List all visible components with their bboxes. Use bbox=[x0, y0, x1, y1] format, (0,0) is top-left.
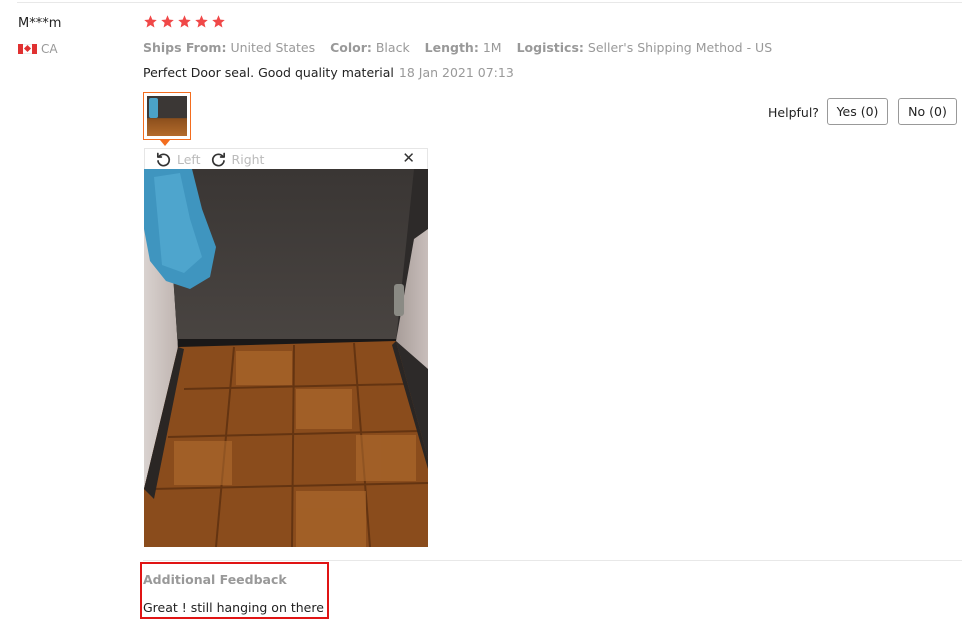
review-photo-large bbox=[144, 169, 428, 547]
top-divider bbox=[17, 2, 962, 3]
canada-flag-icon bbox=[18, 44, 37, 54]
review-content: Perfect Door seal. Good quality material… bbox=[143, 65, 514, 80]
star-icon bbox=[195, 15, 208, 28]
helpful-label: Helpful? bbox=[768, 105, 819, 120]
rotate-left-icon bbox=[156, 152, 171, 166]
review-photo-thumbnail[interactable] bbox=[143, 92, 191, 140]
country-code: CA bbox=[41, 42, 58, 56]
close-viewer-icon[interactable]: ✕ bbox=[402, 151, 415, 166]
additional-feedback-text: Great ! still hanging on there bbox=[143, 600, 324, 615]
rotate-right-label: Right bbox=[231, 151, 265, 167]
review-photo-image bbox=[144, 169, 428, 547]
rotate-left-button[interactable]: Left bbox=[155, 151, 201, 168]
attribute-length: Length: 1M bbox=[424, 40, 502, 55]
photo-viewer-toolbar: Left Right ✕ bbox=[144, 148, 428, 169]
rotate-right-button[interactable]: Right bbox=[210, 151, 265, 168]
star-icon bbox=[144, 15, 157, 28]
review-text: Perfect Door seal. Good quality material bbox=[143, 65, 394, 80]
attribute-color: Color: Black bbox=[330, 40, 410, 55]
rotate-right-icon bbox=[211, 152, 225, 166]
reviewer-country: CA bbox=[18, 42, 58, 56]
rotate-left-label: Left bbox=[177, 151, 201, 167]
star-icon bbox=[161, 15, 174, 28]
star-icon bbox=[212, 15, 225, 28]
product-attributes: Ships From: United States Color: Black L… bbox=[143, 40, 783, 55]
helpful-no-button[interactable]: No (0) bbox=[898, 98, 957, 125]
thumbnail-image bbox=[147, 96, 187, 136]
attribute-logistics: Logistics: Seller's Shipping Method - US bbox=[516, 40, 773, 55]
thumbnail-pointer bbox=[160, 140, 170, 146]
attribute-ships-from: Ships From: United States bbox=[143, 40, 316, 55]
additional-feedback-title: Additional Feedback bbox=[143, 572, 287, 587]
star-icon bbox=[178, 15, 191, 28]
review-date: 18 Jan 2021 07:13 bbox=[398, 65, 514, 80]
reviewer-name: M***m bbox=[18, 16, 62, 31]
helpful-yes-button[interactable]: Yes (0) bbox=[827, 98, 888, 125]
section-divider bbox=[143, 560, 962, 561]
star-rating bbox=[143, 14, 226, 29]
